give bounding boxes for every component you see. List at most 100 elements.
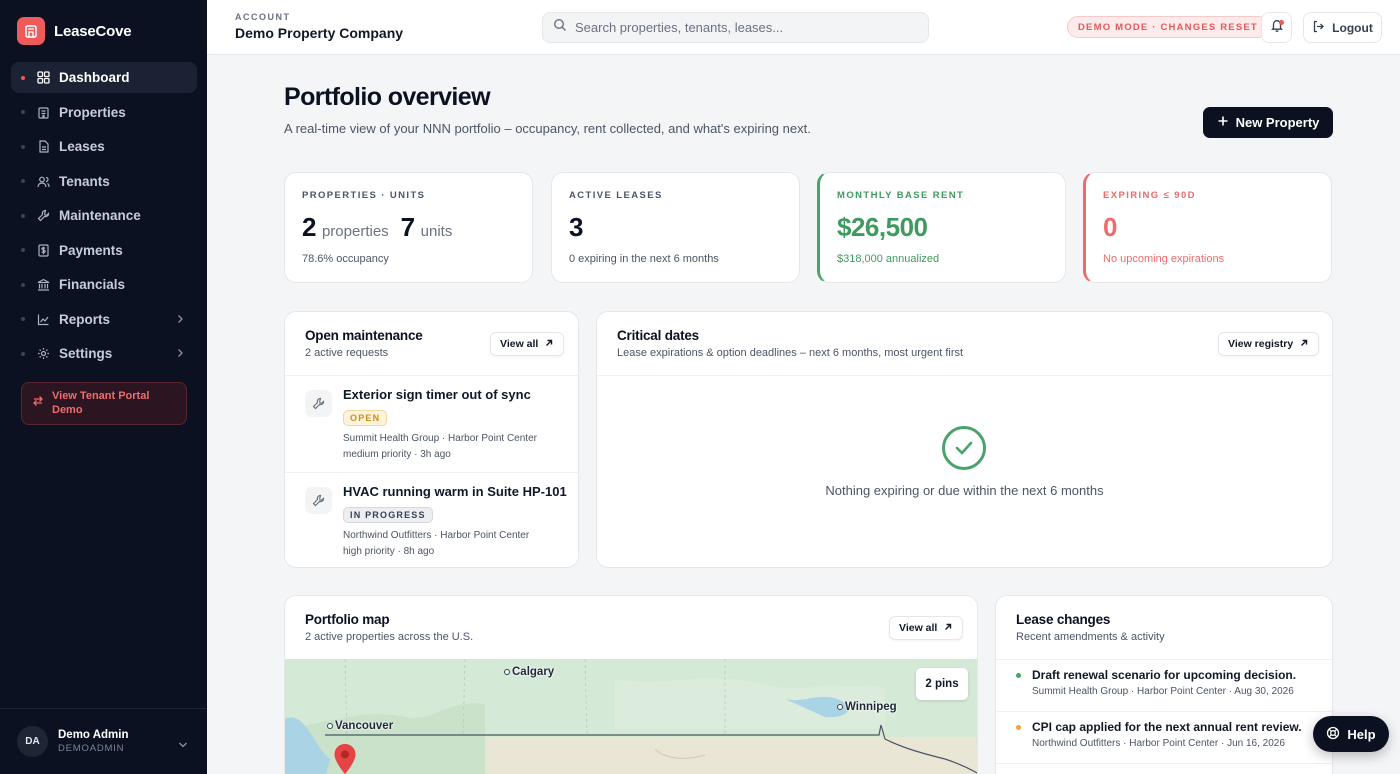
lease-change-meta: Summit Health Group · Harbor Point Cente… [1032,686,1294,697]
bank-icon [36,278,50,292]
sidebar-item-financials[interactable]: Financials [11,269,197,300]
lease-changes-card: Lease changes Recent amendments & activi… [995,595,1333,774]
map-city-label: Vancouver [327,720,393,732]
stat-value: 0 [1103,212,1117,242]
sidebar-item-label: Dashboard [59,70,130,85]
card-subtitle: Recent amendments & activity [1016,631,1165,643]
sidebar-item-payments[interactable]: Payments [11,235,197,266]
portfolio-map-card: Portfolio map 2 active properties across… [284,595,978,774]
dashboard-icon [36,71,50,85]
help-button[interactable]: Help [1313,716,1389,752]
user-handle: DEMOADMIN [58,743,125,754]
city-dot [837,704,843,710]
city-name: Winnipeg [845,701,897,713]
stat-properties-units: PROPERTIES · UNITS 2 properties 7 units 78.… [284,172,533,283]
lease-change-title: CPI cap applied for the next annual rent… [1032,720,1302,734]
lease-change-item[interactable]: CPI cap applied for the next annual rent… [996,712,1332,763]
stat-note: $318,000 annualized [837,253,940,265]
logout-icon [1312,20,1325,36]
card-title: Portfolio map [305,612,390,627]
maintenance-title: HVAC running warm in Suite HP-101 [343,484,567,499]
view-registry-button[interactable]: View registry [1218,332,1320,356]
sidebar-item-properties[interactable]: Properties [11,97,197,128]
stat-note: No upcoming expirations [1103,253,1225,265]
card-subtitle: 2 active requests [305,347,389,359]
card-title: Lease changes [1016,612,1111,627]
account-label: ACCOUNT [235,12,291,22]
chevron-right-icon [175,347,185,362]
sidebar-item-leases[interactable]: Leases [11,131,197,162]
building-icon [36,105,50,119]
view-registry-label: View registry [1228,338,1294,350]
sidebar-item-dashboard[interactable]: Dashboard [11,62,197,93]
sidebar: LeaseCove Dashboard Properties Leases Te… [0,0,207,774]
arrow-up-right-icon [1299,338,1309,351]
new-property-button[interactable]: New Property [1203,107,1333,138]
stat-label: ACTIVE LEASES [569,190,663,201]
user-name: Demo Admin [58,729,129,741]
active-dot [21,75,25,80]
arrow-up-right-icon [544,338,554,351]
card-title: Critical dates [617,328,699,343]
sidebar-nav: Dashboard Properties Leases Tenants Main… [11,62,197,373]
nav-dot [21,282,25,287]
wrench-icon [36,209,50,223]
maintenance-item[interactable]: Exterior sign timer out of sync OPEN Sum… [285,376,577,472]
view-all-label: View all [500,338,539,350]
user-menu[interactable]: DA Demo Admin DEMOADMIN [0,708,207,774]
maintenance-view-all-button[interactable]: View all [490,332,565,356]
pins-count-badge: 2 pins [916,668,968,700]
stat-monthly-base-rent: MONTHLY BASE RENT $26,500 $318,000 annua… [817,172,1066,283]
logout-label: Logout [1332,20,1373,35]
stat-value: 2 properties 7 units [302,212,515,243]
divider [597,375,1332,376]
stat-expiring-90d: EXPIRING ≤ 90D 0 No upcoming expirations [1083,172,1332,283]
maintenance-meta: Summit Health Group · Harbor Point Cente… [343,431,537,463]
brand[interactable]: LeaseCove [17,17,132,45]
map-terrain [285,659,977,774]
maintenance-meta-line: high priority · 8h ago [343,546,435,557]
map-pin-icon[interactable] [333,743,357,774]
notifications-button[interactable] [1261,12,1292,43]
page-subtitle: A real-time view of your NNN portfolio –… [284,121,811,136]
tenant-portal-label: View Tenant Portal Demo [52,389,150,416]
sidebar-item-tenants[interactable]: Tenants [11,166,197,197]
status-dot [1016,673,1021,678]
search-icon [553,18,567,37]
card-subtitle: 2 active properties across the U.S. [305,631,474,643]
chart-icon [36,312,50,326]
map-city-label: Winnipeg [837,701,897,713]
search-bar[interactable] [542,12,929,43]
nav-dot [21,351,25,356]
plus-icon [1217,115,1229,130]
account-name[interactable]: Demo Property Company [235,25,403,41]
arrow-up-right-icon [943,622,953,635]
lease-change-item[interactable]: Draft renewal scenario for upcoming deci… [996,660,1332,711]
logout-button[interactable]: Logout [1303,12,1382,43]
sidebar-item-maintenance[interactable]: Maintenance [11,200,197,231]
sidebar-item-reports[interactable]: Reports [11,304,197,335]
document-icon [36,140,50,154]
maintenance-item[interactable]: HVAC running warm in Suite HP-101 IN PRO… [285,473,577,567]
maintenance-meta: Northwind Outfitters · Harbor Point Cent… [343,528,529,560]
nav-dot [21,317,25,321]
users-icon [36,174,50,188]
stat-active-leases: ACTIVE LEASES 3 0 expiring in the next 6… [551,172,800,283]
maintenance-title: Exterior sign timer out of sync [343,387,531,402]
view-tenant-portal-button[interactable]: View Tenant Portal Demo [21,382,187,425]
nav-dot [21,144,25,149]
topbar: ACCOUNT Demo Property Company DEMO MODE … [207,0,1400,55]
status-badge: OPEN [343,410,388,426]
chevron-down-icon [177,737,189,755]
demo-mode-badge: DEMO MODE · CHANGES RESET [1067,16,1269,38]
portfolio-map[interactable]: Calgary Vancouver Winnipeg 2 pins [285,659,977,774]
maintenance-meta-line: Northwind Outfitters · Harbor Point Cent… [343,530,530,541]
lifebuoy-icon [1326,726,1340,743]
stat-label: MONTHLY BASE RENT [837,190,965,201]
map-view-all-button[interactable]: View all [889,616,964,640]
search-input[interactable] [575,20,915,35]
notification-dot [1279,20,1284,25]
sidebar-item-settings[interactable]: Settings [11,338,197,369]
sidebar-item-label: Properties [59,104,126,120]
city-name: Vancouver [335,720,394,732]
